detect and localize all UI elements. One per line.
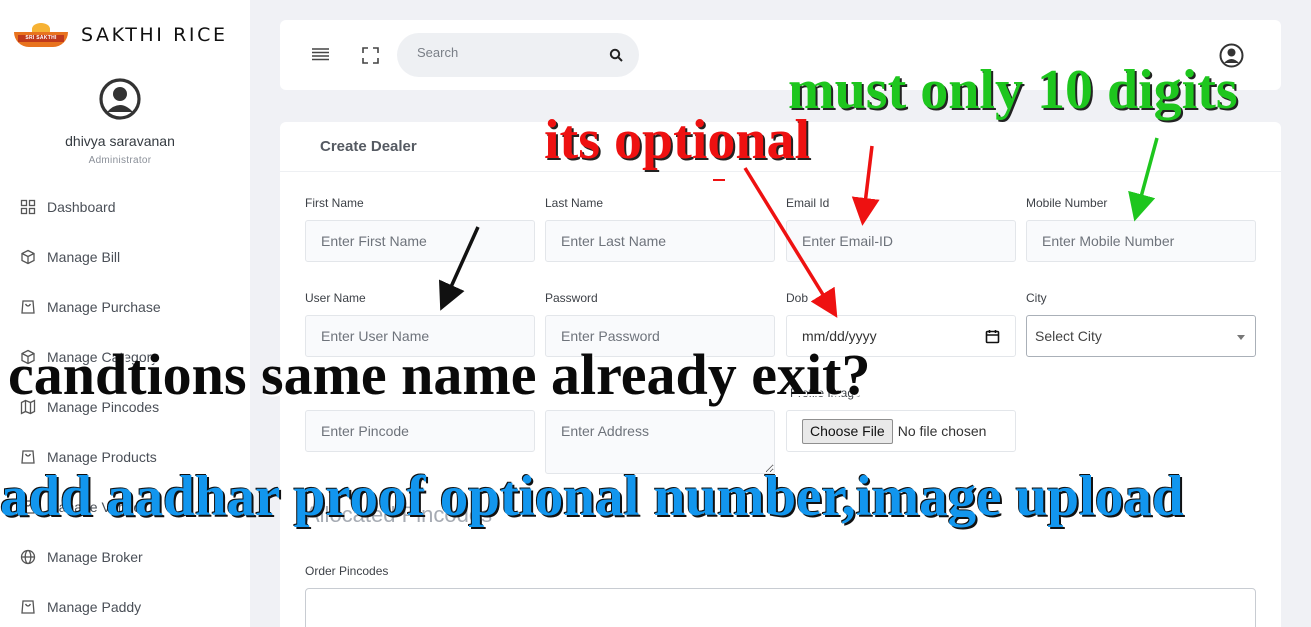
email-input[interactable] <box>786 220 1016 262</box>
email-label: Email Id <box>786 196 830 210</box>
annotation-aadhar: add aadhar proof optional number,image u… <box>0 465 1184 528</box>
password-label: Password <box>545 291 598 305</box>
search-bar <box>397 33 639 77</box>
sidebar-item-manage-paddy[interactable]: Manage Paddy <box>20 582 161 627</box>
search-icon[interactable] <box>609 48 623 62</box>
sidebar-item-label: Manage Bill <box>47 249 121 265</box>
calendar-icon[interactable] <box>985 329 1000 344</box>
file-status: No file chosen <box>897 423 987 439</box>
annotation-username-condition: candtions same name already exit? <box>8 342 871 407</box>
bag-icon <box>21 450 35 464</box>
first-name-label: First Name <box>305 196 364 210</box>
order-pincodes-input[interactable] <box>305 588 1256 627</box>
brand[interactable]: SRI SAKTHI SAKTHI RICE <box>12 22 228 48</box>
dob-label: Dob <box>786 291 809 305</box>
sidebar-item-label: Manage Paddy <box>47 599 142 615</box>
choose-file-button[interactable]: Choose File <box>802 418 893 444</box>
search-input[interactable] <box>417 45 597 60</box>
last-name-label: Last Name <box>545 196 604 210</box>
sidebar-item-label: Dashboard <box>47 199 116 215</box>
sidebar-item-label: Manage Products <box>47 449 157 465</box>
sidebar-item-manage-bill[interactable]: Manage Bill <box>20 232 161 282</box>
city-select[interactable]: Select City <box>1026 315 1256 357</box>
bag-icon <box>21 300 35 314</box>
first-name-input[interactable] <box>305 220 535 262</box>
logo: SRI SAKTHI <box>12 22 70 48</box>
sidebar-item-manage-purchase[interactable]: Manage Purchase <box>20 282 161 332</box>
mobile-input[interactable] <box>1026 220 1256 262</box>
chevron-down-icon <box>1237 334 1245 340</box>
annotation-optional: its optional <box>544 109 811 171</box>
city-select-value: Select City <box>1035 328 1102 344</box>
sidebar: SRI SAKTHI SAKTHI RICE dhivya saravanan … <box>0 0 250 627</box>
mobile-label: Mobile Number <box>1026 196 1108 210</box>
bag-icon <box>21 600 35 614</box>
grid-icon <box>20 199 36 215</box>
globe-icon <box>20 549 36 565</box>
profile-image-field: Choose File No file chosen <box>786 410 1016 452</box>
username-label: User Name <box>305 291 366 305</box>
sidebar-item-label: Manage Purchase <box>47 299 161 315</box>
sidebar-item-manage-broker[interactable]: Manage Broker <box>20 532 161 582</box>
fullscreen-icon[interactable] <box>362 47 379 64</box>
hamburger-menu-icon[interactable] <box>312 47 329 61</box>
brand-name: SAKTHI RICE <box>81 24 228 46</box>
pincode-input[interactable] <box>305 410 535 452</box>
annotation-mobile-digits: must only 10 digits <box>788 59 1238 121</box>
user-role: Administrator <box>88 155 152 166</box>
box-icon <box>21 249 35 265</box>
user-avatar-icon[interactable] <box>99 78 141 120</box>
city-label: City <box>1026 291 1047 305</box>
sidebar-item-dashboard[interactable]: Dashboard <box>20 182 161 232</box>
profile: dhivya saravanan Administrator <box>0 78 240 166</box>
last-name-input[interactable] <box>545 220 775 262</box>
user-name: dhivya saravanan <box>65 133 175 149</box>
order-pincodes-label: Order Pincodes <box>305 564 389 578</box>
sidebar-item-label: Manage Broker <box>47 549 143 565</box>
